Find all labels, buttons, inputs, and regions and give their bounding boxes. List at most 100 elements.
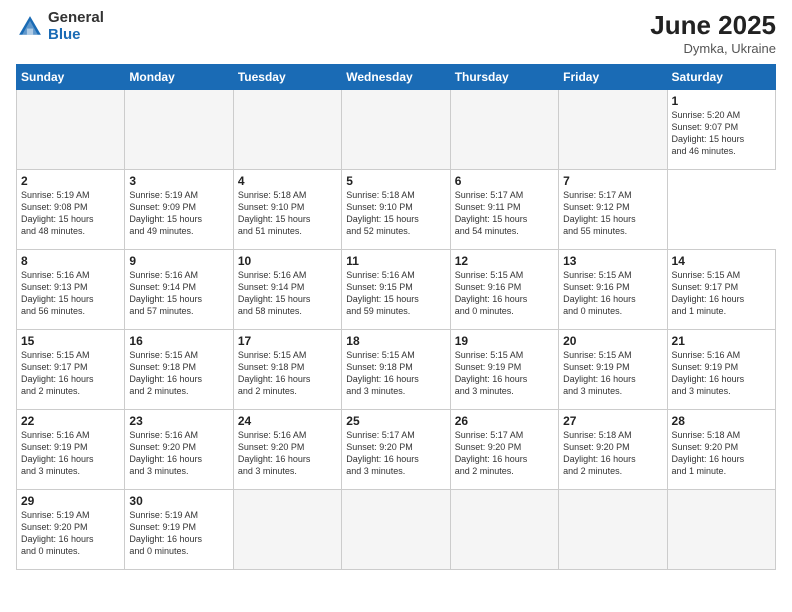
day-number: 19: [455, 334, 554, 348]
logo-icon: [16, 13, 44, 41]
day-info: Sunrise: 5:19 AMSunset: 9:19 PMDaylight:…: [129, 509, 228, 558]
calendar-day-cell: 4Sunrise: 5:18 AMSunset: 9:10 PMDaylight…: [233, 170, 341, 250]
day-info: Sunrise: 5:16 AMSunset: 9:13 PMDaylight:…: [21, 269, 120, 318]
day-info: Sunrise: 5:15 AMSunset: 9:17 PMDaylight:…: [21, 349, 120, 398]
day-info: Sunrise: 5:16 AMSunset: 9:14 PMDaylight:…: [238, 269, 337, 318]
day-info: Sunrise: 5:17 AMSunset: 9:20 PMDaylight:…: [455, 429, 554, 478]
calendar-day-header: Sunday: [17, 65, 125, 90]
day-info: Sunrise: 5:15 AMSunset: 9:18 PMDaylight:…: [238, 349, 337, 398]
calendar-day-cell: 13Sunrise: 5:15 AMSunset: 9:16 PMDayligh…: [559, 250, 667, 330]
calendar-week-row: 2Sunrise: 5:19 AMSunset: 9:08 PMDaylight…: [17, 170, 776, 250]
day-info: Sunrise: 5:16 AMSunset: 9:19 PMDaylight:…: [21, 429, 120, 478]
logo-general-text: General: [48, 9, 104, 26]
day-info: Sunrise: 5:15 AMSunset: 9:19 PMDaylight:…: [563, 349, 662, 398]
day-info: Sunrise: 5:16 AMSunset: 9:20 PMDaylight:…: [129, 429, 228, 478]
calendar-week-row: 29Sunrise: 5:19 AMSunset: 9:20 PMDayligh…: [17, 490, 776, 570]
calendar-body: 1Sunrise: 5:20 AMSunset: 9:07 PMDaylight…: [17, 90, 776, 570]
calendar-day-cell: 20Sunrise: 5:15 AMSunset: 9:19 PMDayligh…: [559, 330, 667, 410]
calendar-day-cell: [342, 90, 450, 170]
logo-blue-text: Blue: [48, 26, 81, 43]
calendar-day-cell: [342, 490, 450, 570]
calendar-day-cell: [450, 490, 558, 570]
calendar-day-cell: 17Sunrise: 5:15 AMSunset: 9:18 PMDayligh…: [233, 330, 341, 410]
calendar-day-cell: 28Sunrise: 5:18 AMSunset: 9:20 PMDayligh…: [667, 410, 775, 490]
day-number: 4: [238, 174, 337, 188]
calendar-day-cell: [125, 90, 233, 170]
calendar-day-cell: 29Sunrise: 5:19 AMSunset: 9:20 PMDayligh…: [17, 490, 125, 570]
calendar-week-row: 8Sunrise: 5:16 AMSunset: 9:13 PMDaylight…: [17, 250, 776, 330]
day-number: 27: [563, 414, 662, 428]
day-number: 6: [455, 174, 554, 188]
calendar-day-cell: 18Sunrise: 5:15 AMSunset: 9:18 PMDayligh…: [342, 330, 450, 410]
day-number: 1: [672, 94, 771, 108]
day-info: Sunrise: 5:15 AMSunset: 9:19 PMDaylight:…: [455, 349, 554, 398]
calendar-day-cell: 2Sunrise: 5:19 AMSunset: 9:08 PMDaylight…: [17, 170, 125, 250]
calendar-day-cell: [559, 490, 667, 570]
calendar-day-cell: 26Sunrise: 5:17 AMSunset: 9:20 PMDayligh…: [450, 410, 558, 490]
day-number: 5: [346, 174, 445, 188]
day-info: Sunrise: 5:20 AMSunset: 9:07 PMDaylight:…: [672, 109, 771, 158]
day-info: Sunrise: 5:15 AMSunset: 9:18 PMDaylight:…: [129, 349, 228, 398]
calendar-day-cell: 9Sunrise: 5:16 AMSunset: 9:14 PMDaylight…: [125, 250, 233, 330]
calendar-header: SundayMondayTuesdayWednesdayThursdayFrid…: [17, 65, 776, 90]
day-info: Sunrise: 5:18 AMSunset: 9:20 PMDaylight:…: [563, 429, 662, 478]
calendar-header-row: SundayMondayTuesdayWednesdayThursdayFrid…: [17, 65, 776, 90]
calendar-day-cell: [233, 490, 341, 570]
day-number: 16: [129, 334, 228, 348]
calendar-day-header: Tuesday: [233, 65, 341, 90]
logo: General Blue: [16, 10, 104, 43]
day-number: 17: [238, 334, 337, 348]
calendar-week-row: 1Sunrise: 5:20 AMSunset: 9:07 PMDaylight…: [17, 90, 776, 170]
day-info: Sunrise: 5:15 AMSunset: 9:17 PMDaylight:…: [672, 269, 771, 318]
day-number: 24: [238, 414, 337, 428]
day-number: 8: [21, 254, 120, 268]
calendar-day-cell: 30Sunrise: 5:19 AMSunset: 9:19 PMDayligh…: [125, 490, 233, 570]
day-number: 2: [21, 174, 120, 188]
day-number: 11: [346, 254, 445, 268]
calendar-day-header: Wednesday: [342, 65, 450, 90]
calendar-day-cell: 15Sunrise: 5:15 AMSunset: 9:17 PMDayligh…: [17, 330, 125, 410]
day-number: 3: [129, 174, 228, 188]
title-block: June 2025 Dymka, Ukraine: [650, 10, 776, 56]
calendar-day-header: Friday: [559, 65, 667, 90]
day-info: Sunrise: 5:15 AMSunset: 9:18 PMDaylight:…: [346, 349, 445, 398]
calendar-day-cell: 8Sunrise: 5:16 AMSunset: 9:13 PMDaylight…: [17, 250, 125, 330]
calendar-day-cell: 3Sunrise: 5:19 AMSunset: 9:09 PMDaylight…: [125, 170, 233, 250]
day-number: 22: [21, 414, 120, 428]
day-number: 29: [21, 494, 120, 508]
calendar-day-cell: [450, 90, 558, 170]
calendar-title: June 2025: [650, 10, 776, 41]
calendar-day-cell: [17, 90, 125, 170]
day-number: 13: [563, 254, 662, 268]
calendar-day-cell: 24Sunrise: 5:16 AMSunset: 9:20 PMDayligh…: [233, 410, 341, 490]
day-number: 26: [455, 414, 554, 428]
day-info: Sunrise: 5:16 AMSunset: 9:19 PMDaylight:…: [672, 349, 771, 398]
day-number: 15: [21, 334, 120, 348]
day-info: Sunrise: 5:18 AMSunset: 9:10 PMDaylight:…: [238, 189, 337, 238]
calendar-week-row: 15Sunrise: 5:15 AMSunset: 9:17 PMDayligh…: [17, 330, 776, 410]
calendar-day-cell: 23Sunrise: 5:16 AMSunset: 9:20 PMDayligh…: [125, 410, 233, 490]
header: General Blue June 2025 Dymka, Ukraine: [16, 10, 776, 56]
day-number: 14: [672, 254, 771, 268]
day-number: 21: [672, 334, 771, 348]
day-info: Sunrise: 5:17 AMSunset: 9:20 PMDaylight:…: [346, 429, 445, 478]
calendar-day-header: Saturday: [667, 65, 775, 90]
calendar-day-cell: 21Sunrise: 5:16 AMSunset: 9:19 PMDayligh…: [667, 330, 775, 410]
day-info: Sunrise: 5:19 AMSunset: 9:09 PMDaylight:…: [129, 189, 228, 238]
calendar-subtitle: Dymka, Ukraine: [650, 41, 776, 56]
page: General Blue June 2025 Dymka, Ukraine Su…: [0, 0, 792, 612]
day-number: 28: [672, 414, 771, 428]
calendar-day-cell: 10Sunrise: 5:16 AMSunset: 9:14 PMDayligh…: [233, 250, 341, 330]
calendar-day-cell: [667, 490, 775, 570]
day-info: Sunrise: 5:17 AMSunset: 9:12 PMDaylight:…: [563, 189, 662, 238]
day-info: Sunrise: 5:18 AMSunset: 9:20 PMDaylight:…: [672, 429, 771, 478]
day-number: 10: [238, 254, 337, 268]
day-info: Sunrise: 5:16 AMSunset: 9:15 PMDaylight:…: [346, 269, 445, 318]
calendar-day-cell: [559, 90, 667, 170]
calendar-day-cell: 5Sunrise: 5:18 AMSunset: 9:10 PMDaylight…: [342, 170, 450, 250]
day-number: 7: [563, 174, 662, 188]
calendar-day-header: Monday: [125, 65, 233, 90]
calendar-day-cell: [233, 90, 341, 170]
day-info: Sunrise: 5:15 AMSunset: 9:16 PMDaylight:…: [563, 269, 662, 318]
calendar-day-cell: 19Sunrise: 5:15 AMSunset: 9:19 PMDayligh…: [450, 330, 558, 410]
